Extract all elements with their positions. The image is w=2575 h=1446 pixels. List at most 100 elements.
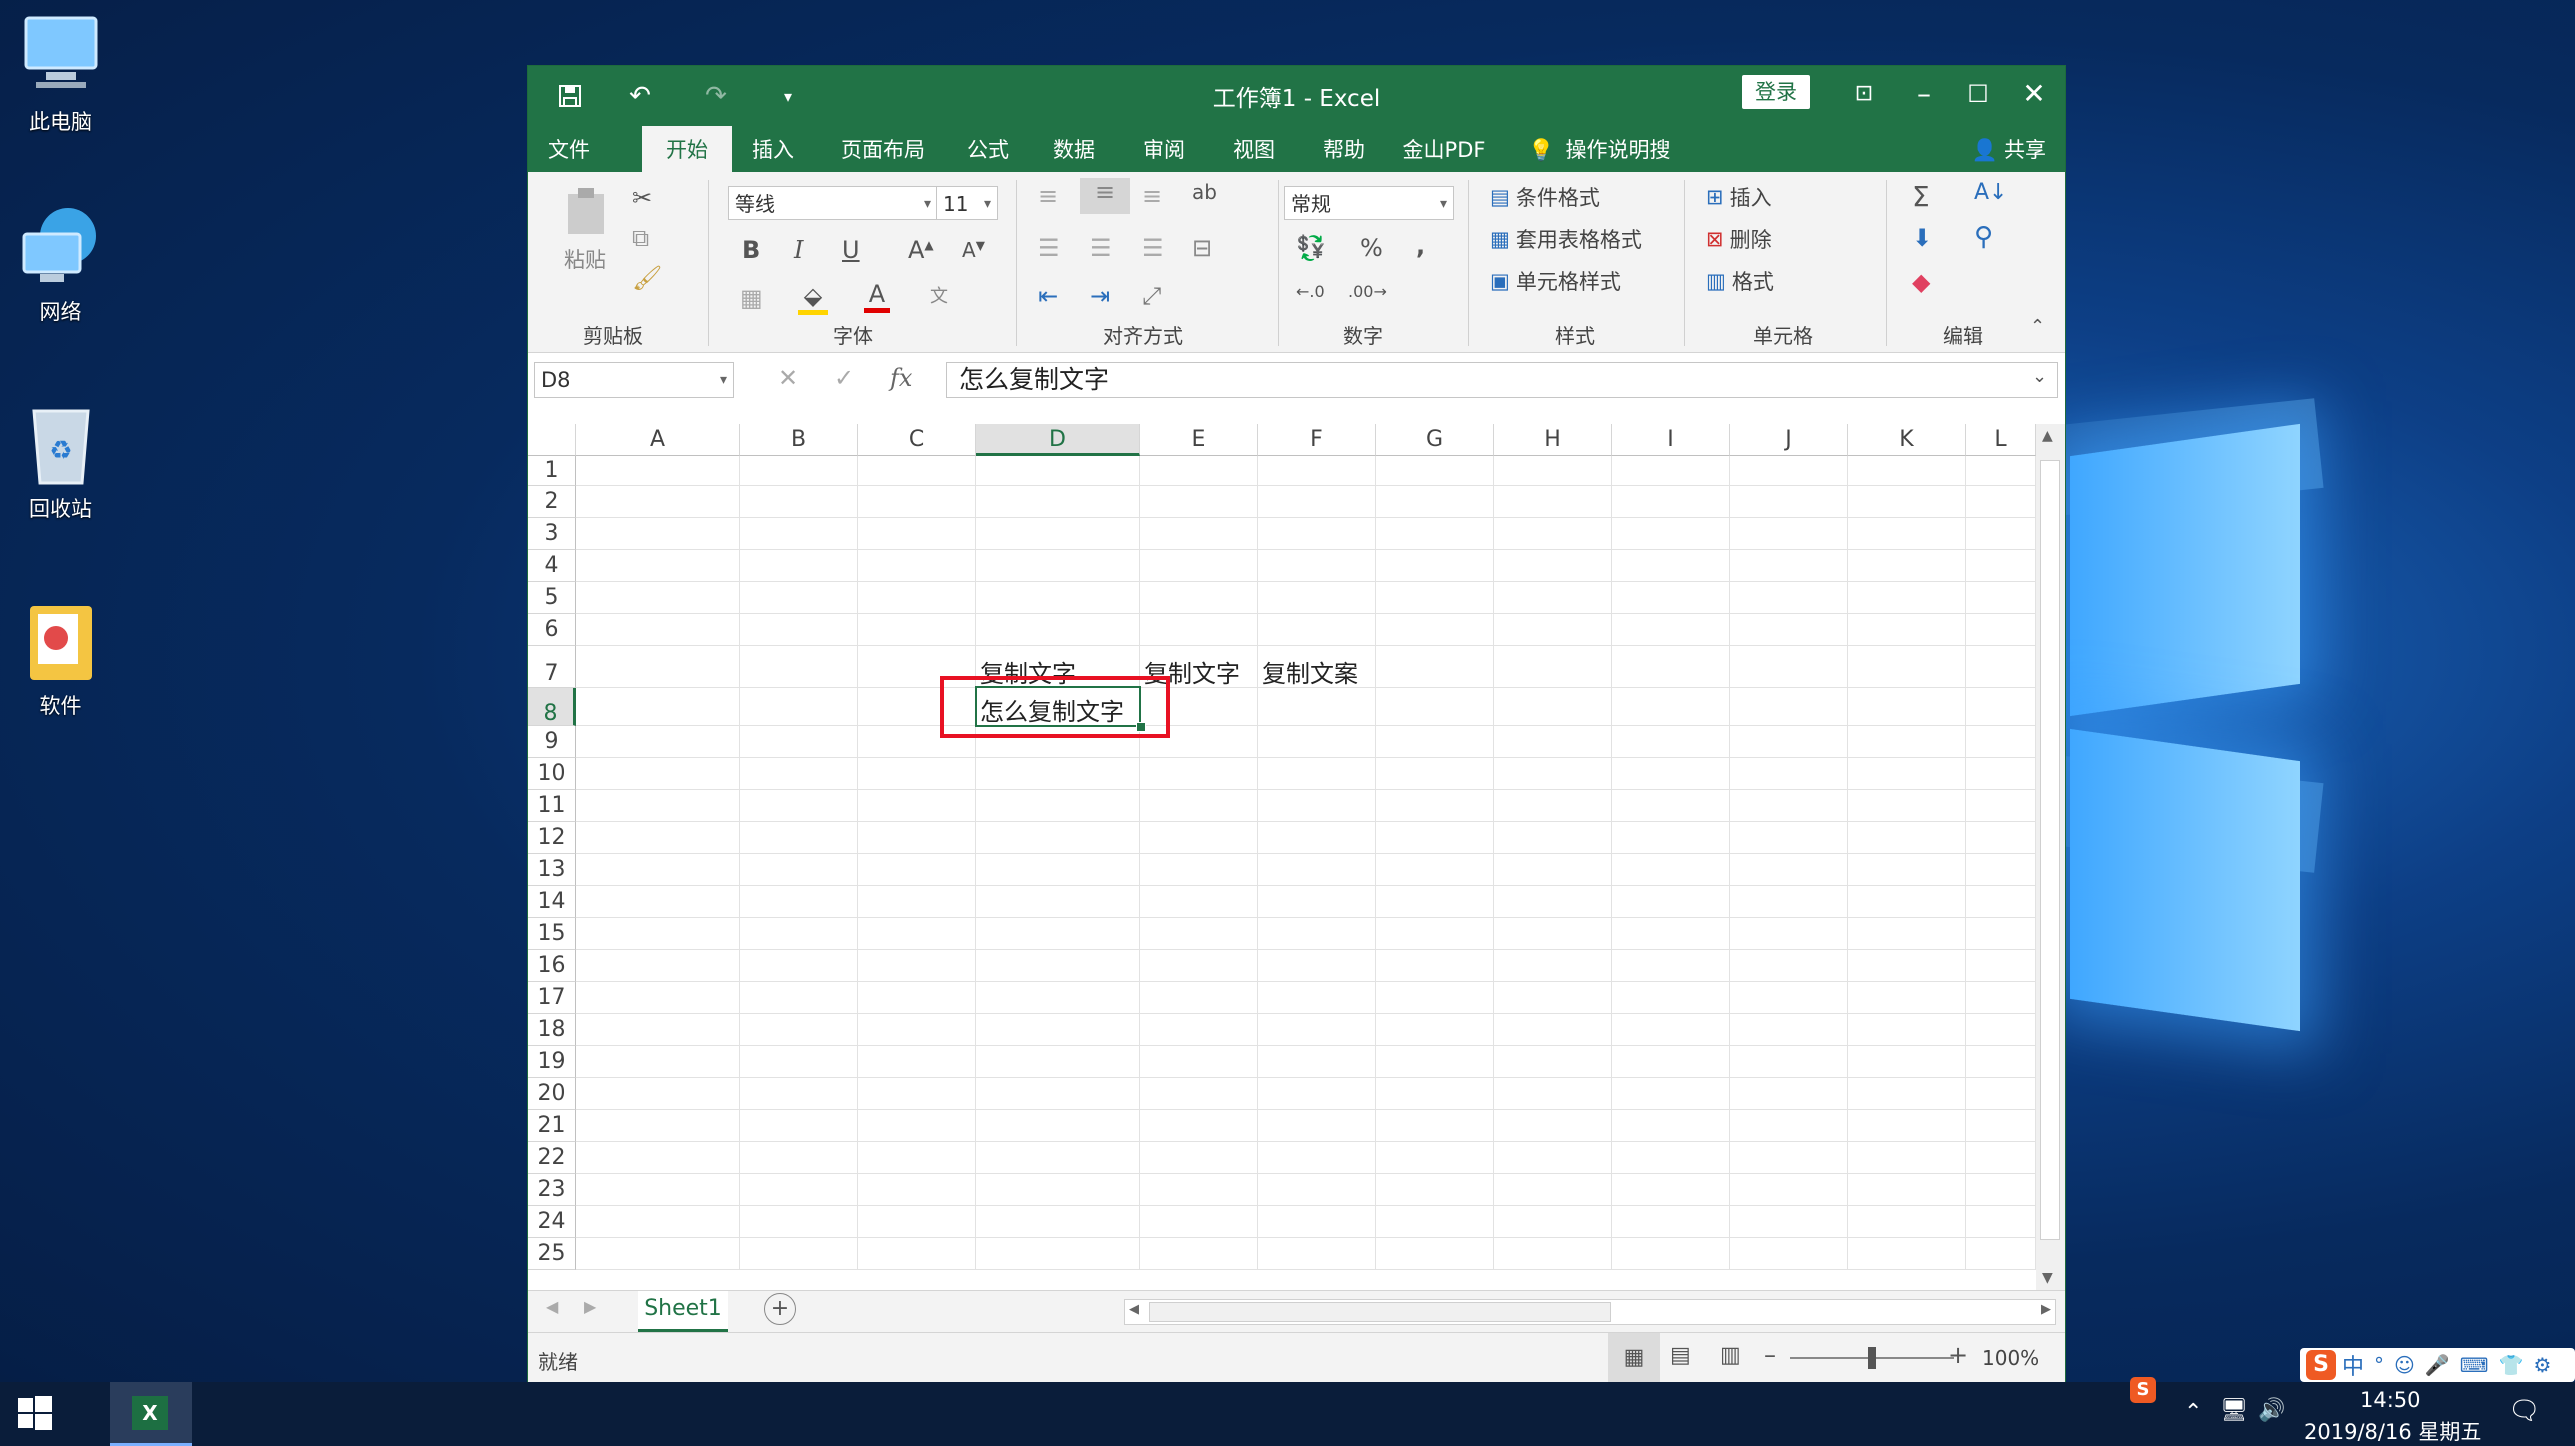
scroll-right-icon[interactable]: ▶ <box>2041 1302 2051 1317</box>
align-middle-icon[interactable]: ≡ <box>1080 178 1130 214</box>
volume-icon[interactable]: 🔊 <box>2258 1398 2285 1423</box>
column-header-G[interactable]: G <box>1376 424 1494 456</box>
formula-input[interactable]: 怎么复制文字 <box>946 362 2058 398</box>
tab-formulas[interactable]: 公式 <box>958 126 1018 172</box>
tab-data[interactable]: 数据 <box>1044 126 1104 172</box>
name-box[interactable]: D8 ▾ <box>534 362 734 398</box>
sort-filter-icon[interactable]: A↓ <box>1974 180 2007 205</box>
row-header-2[interactable]: 2 <box>528 486 576 518</box>
column-header-F[interactable]: F <box>1258 424 1376 456</box>
scroll-thumb[interactable] <box>2040 460 2060 1240</box>
page-layout-view-icon[interactable]: ▤ <box>1670 1343 1691 1368</box>
horizontal-scroll-thumb[interactable] <box>1149 1302 1611 1322</box>
vertical-scrollbar[interactable]: ▲ ▼ <box>2036 424 2065 1290</box>
row-header-18[interactable]: 18 <box>528 1014 576 1046</box>
align-right-icon[interactable]: ☰ <box>1142 234 1164 262</box>
format-painter-icon[interactable]: 🖌 <box>632 264 662 292</box>
tab-page-layout[interactable]: 页面布局 <box>828 126 938 172</box>
orientation-icon[interactable]: ⤢ <box>1142 282 1161 310</box>
confirm-entry-icon[interactable]: ✓ <box>834 364 854 392</box>
decrease-font-icon[interactable]: A▼ <box>962 238 985 262</box>
cell-F7[interactable]: 复制文案 <box>1262 654 1358 689</box>
sheet-tab-sheet1[interactable]: Sheet1 <box>638 1291 728 1332</box>
borders-icon[interactable]: ▦ <box>740 284 763 312</box>
desktop-icon-software-folder[interactable]: 软件 <box>8 594 113 720</box>
phonetic-icon[interactable]: 文 <box>930 282 948 308</box>
font-size-select[interactable]: 11 ▾ <box>936 186 998 220</box>
ribbon-display-options-icon[interactable]: ⊡ <box>1838 72 1890 116</box>
decrease-decimal-icon[interactable]: .00→ <box>1348 282 1387 301</box>
select-all-corner[interactable] <box>528 424 576 456</box>
comma-style-icon[interactable]: , <box>1416 232 1425 260</box>
paste-button[interactable]: 粘贴 <box>564 244 606 274</box>
font-name-select[interactable]: 等线 ▾ <box>728 186 938 220</box>
tab-file[interactable]: 文件 <box>534 126 604 172</box>
zoom-slider[interactable] <box>1790 1347 1954 1369</box>
delete-cells-button[interactable]: ⊠ 删除 <box>1706 224 1772 254</box>
desktop-icon-network[interactable]: 网络 <box>8 200 113 326</box>
network-tray-icon[interactable]: 🖥 <box>2220 1398 2248 1423</box>
autosum-icon[interactable]: Σ <box>1912 180 1930 213</box>
minimize-button[interactable]: – <box>1898 72 1950 116</box>
column-header-J[interactable]: J <box>1730 424 1848 456</box>
tell-me-search[interactable]: 操作说明搜索 <box>1558 126 1678 210</box>
number-format-select[interactable]: 常规 ▾ <box>1284 186 1454 220</box>
prev-sheet-icon[interactable]: ◀ <box>546 1297 558 1316</box>
row-header-12[interactable]: 12 <box>528 822 576 854</box>
column-header-K[interactable]: K <box>1848 424 1966 456</box>
increase-font-icon[interactable]: A▲ <box>908 236 934 264</box>
action-center-icon[interactable]: 🗨 <box>2508 1396 2541 1426</box>
page-break-view-icon[interactable]: ▥ <box>1720 1343 1741 1368</box>
normal-view-icon[interactable]: ▦ <box>1608 1333 1660 1383</box>
zoom-out-icon[interactable]: – <box>1764 1341 1776 1369</box>
row-header-13[interactable]: 13 <box>528 854 576 886</box>
collapse-ribbon-icon[interactable]: ⌃ <box>2030 316 2045 337</box>
ime-tools-icon[interactable]: °☺🎤⌨👕⚙ <box>2374 1353 2561 1377</box>
column-header-D[interactable]: D <box>976 424 1140 456</box>
row-header-22[interactable]: 22 <box>528 1142 576 1174</box>
start-button[interactable] <box>18 1396 52 1434</box>
desktop-icon-this-pc[interactable]: 此电脑 <box>8 10 113 136</box>
align-center-icon[interactable]: ☰ <box>1090 234 1112 262</box>
row-header-8[interactable]: 8 <box>528 688 576 726</box>
column-header-L[interactable]: L <box>1966 424 2036 456</box>
row-header-25[interactable]: 25 <box>528 1238 576 1270</box>
increase-decimal-icon[interactable]: ←.0 <box>1296 282 1325 301</box>
font-color-icon[interactable]: A <box>864 280 890 313</box>
tab-help[interactable]: 帮助 <box>1314 126 1374 172</box>
row-header-21[interactable]: 21 <box>528 1110 576 1142</box>
row-header-14[interactable]: 14 <box>528 886 576 918</box>
paste-icon[interactable] <box>558 186 614 236</box>
underline-icon[interactable]: U <box>842 236 860 264</box>
next-sheet-icon[interactable]: ▶ <box>584 1297 596 1316</box>
zoom-level[interactable]: 100% <box>1982 1346 2039 1370</box>
decrease-indent-icon[interactable]: ⇤ <box>1038 282 1058 310</box>
align-bottom-icon[interactable]: ≡ <box>1142 182 1162 210</box>
row-header-10[interactable]: 10 <box>528 758 576 790</box>
column-header-E[interactable]: E <box>1140 424 1258 456</box>
clear-icon[interactable]: ◆ <box>1912 268 1930 296</box>
scroll-down-icon[interactable]: ▼ <box>2042 1270 2053 1286</box>
row-header-6[interactable]: 6 <box>528 614 576 646</box>
insert-cells-button[interactable]: ⊞ 插入 <box>1706 182 1772 212</box>
scroll-left-icon[interactable]: ◀ <box>1129 1302 1139 1317</box>
cancel-entry-icon[interactable]: ✕ <box>778 364 798 392</box>
cell-styles-button[interactable]: ▣ 单元格样式 <box>1490 266 1621 296</box>
expand-formula-bar-icon[interactable]: ⌄ <box>2032 366 2047 387</box>
row-header-7[interactable]: 7 <box>528 646 576 688</box>
tab-home[interactable]: 开始 <box>642 126 732 172</box>
tab-view[interactable]: 视图 <box>1224 126 1284 172</box>
zoom-in-icon[interactable]: + <box>1948 1341 1968 1369</box>
tab-kingsoft-pdf[interactable]: 金山PDF <box>1394 126 1494 172</box>
horizontal-scrollbar[interactable]: ◀ ▶ <box>1124 1299 2056 1325</box>
row-header-5[interactable]: 5 <box>528 582 576 614</box>
add-sheet-icon[interactable]: + <box>764 1293 796 1325</box>
column-header-H[interactable]: H <box>1494 424 1612 456</box>
row-header-9[interactable]: 9 <box>528 726 576 758</box>
row-header-17[interactable]: 17 <box>528 982 576 1014</box>
row-header-19[interactable]: 19 <box>528 1046 576 1078</box>
close-button[interactable]: ✕ <box>2008 72 2060 116</box>
find-select-icon[interactable]: ⚲ <box>1974 222 1993 252</box>
scroll-up-icon[interactable]: ▲ <box>2042 428 2053 444</box>
ime-toolbar[interactable]: S 中 °☺🎤⌨👕⚙ <box>2300 1348 2575 1382</box>
